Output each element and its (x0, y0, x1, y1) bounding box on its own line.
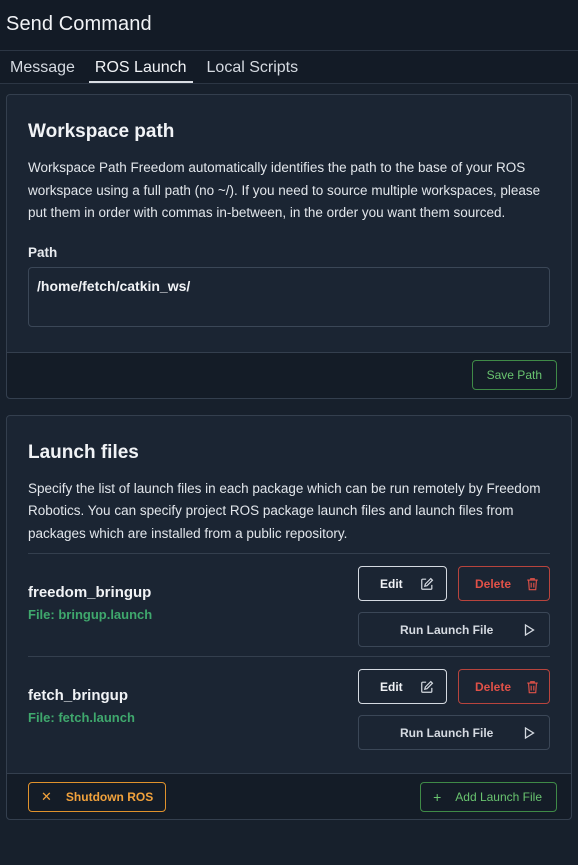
title-bar: Send Command (0, 0, 578, 51)
edit-label: Edit (380, 576, 403, 591)
workspace-heading: Workspace path (28, 121, 175, 142)
workspace-description: Workspace Path Freedom automatically ide… (28, 160, 541, 220)
launch-files-card: Launch files Specify the list of launch … (6, 414, 572, 820)
workspace-footer: Save Path (7, 351, 571, 398)
play-icon (524, 726, 535, 739)
path-label: Path (28, 244, 58, 260)
launch-footer: ✕ Shutdown ROS + Add Launch File (7, 773, 571, 819)
launch-item-name: freedom_bringup (28, 584, 152, 601)
window-title: Send Command (6, 13, 152, 35)
edit-button[interactable]: Edit (358, 566, 447, 601)
pencil-square-icon (420, 577, 434, 591)
add-label: Add Launch File (455, 789, 542, 804)
run-launch-file-button[interactable]: Run Launch File (358, 612, 550, 647)
play-icon (524, 623, 535, 636)
tab-ros-launch[interactable]: ROS Launch (88, 51, 193, 83)
delete-button[interactable]: Delete (458, 566, 550, 601)
shutdown-ros-button[interactable]: ✕ Shutdown ROS (28, 781, 167, 812)
save-path-button[interactable]: Save Path (471, 360, 557, 390)
run-label: Run Launch File (400, 622, 494, 637)
content-area: Workspace path Workspace Path Freedom au… (0, 84, 578, 820)
launch-heading: Launch files (28, 441, 139, 463)
tab-bar: Message ROS Launch Local Scripts (0, 51, 578, 84)
tab-message[interactable]: Message (4, 51, 81, 83)
launch-description: Specify the list of launch files in each… (28, 480, 541, 541)
trash-icon (526, 577, 539, 591)
launch-item: fetch_bringup File: fetch.launch Edit De… (28, 657, 550, 759)
launch-item-file: File: fetch.launch (28, 710, 135, 725)
shutdown-label: Shutdown ROS (65, 789, 154, 804)
path-input[interactable]: /home/fetch/catkin_ws/ (28, 266, 550, 327)
pencil-square-icon (420, 680, 434, 694)
edit-label: Edit (380, 679, 403, 694)
workspace-card: Workspace path Workspace Path Freedom au… (6, 94, 572, 399)
close-icon: ✕ (41, 788, 52, 804)
run-label: Run Launch File (400, 725, 494, 740)
launch-item-file: File: bringup.launch (28, 607, 153, 622)
plus-icon: + (433, 788, 442, 805)
tab-local-scripts[interactable]: Local Scripts (201, 51, 305, 83)
launch-item-name: fetch_bringup (28, 687, 128, 704)
launch-item: freedom_bringup File: bringup.launch Edi… (28, 554, 550, 656)
add-launch-file-button[interactable]: + Add Launch File (420, 781, 557, 812)
delete-label: Delete (475, 576, 512, 591)
run-launch-file-button[interactable]: Run Launch File (358, 715, 550, 750)
edit-button[interactable]: Edit (358, 669, 447, 704)
trash-icon (526, 680, 539, 694)
delete-button[interactable]: Delete (458, 669, 550, 704)
delete-label: Delete (475, 679, 512, 694)
